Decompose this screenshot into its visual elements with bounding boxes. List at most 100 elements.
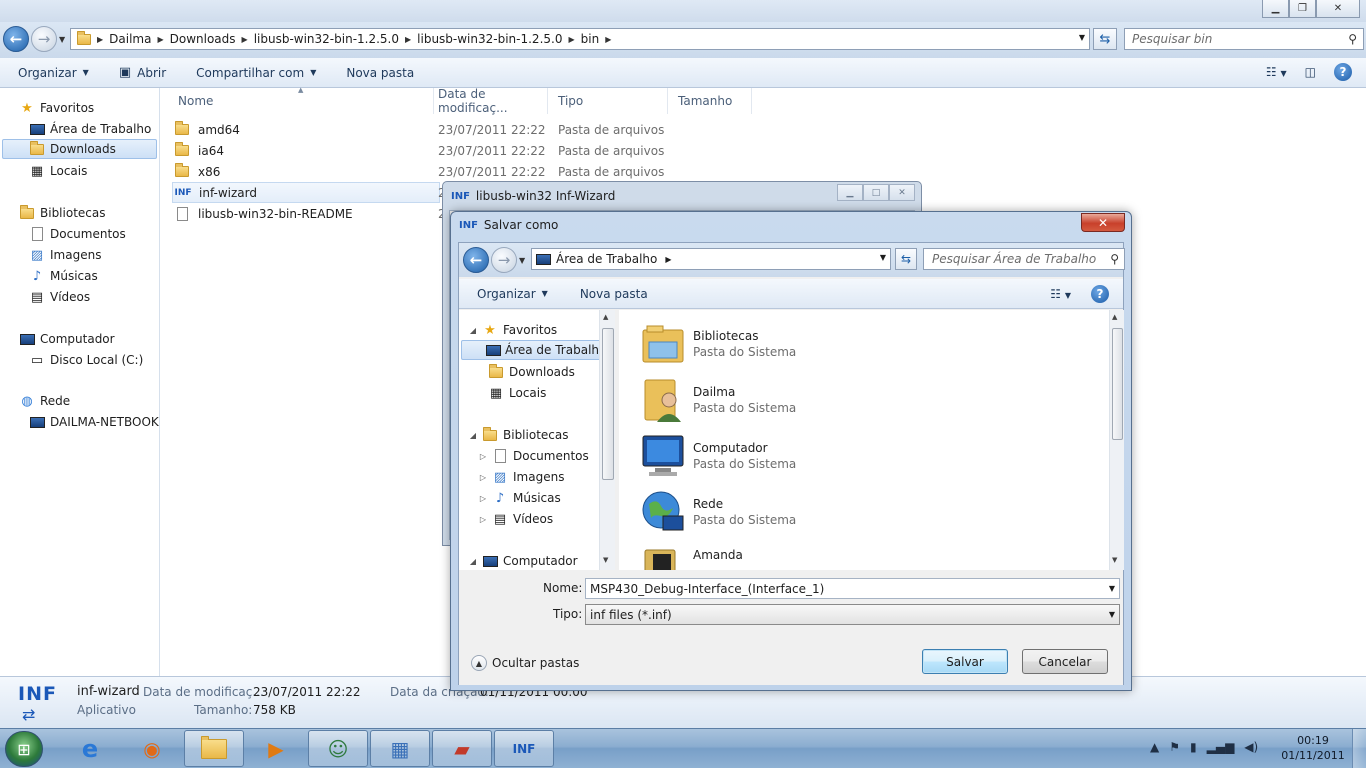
dialog-close-button[interactable]: ✕ bbox=[1081, 213, 1125, 232]
new-folder-button[interactable]: Nova pasta bbox=[328, 58, 426, 88]
nav-downloads[interactable]: Downloads bbox=[2, 139, 157, 159]
chevron-down-icon[interactable]: ▼ bbox=[1109, 610, 1115, 619]
forward-button[interactable]: → bbox=[31, 26, 57, 52]
back-button[interactable]: ← bbox=[3, 26, 29, 52]
nav-favorites[interactable]: ★ Favoritos bbox=[18, 98, 94, 118]
save-button[interactable]: Salvar bbox=[922, 649, 1008, 674]
nav-music[interactable]: ♪ Músicas bbox=[28, 266, 98, 286]
back-button[interactable]: ← bbox=[463, 247, 489, 273]
tray-expand-icon[interactable]: ▲ bbox=[1150, 740, 1159, 754]
wizard-close-button[interactable]: ✕ bbox=[889, 184, 915, 201]
table-row[interactable]: ia64 bbox=[172, 140, 440, 161]
nav-local-disk[interactable]: ▭ Disco Local (C:) bbox=[28, 350, 143, 370]
nav-downloads[interactable]: Downloads bbox=[487, 362, 575, 382]
chevron-right-icon[interactable]: ▶ bbox=[242, 35, 248, 44]
column-type[interactable]: Tipo bbox=[548, 88, 668, 114]
chevron-right-icon[interactable]: ▶ bbox=[605, 35, 611, 44]
scroll-down-icon[interactable]: ▼ bbox=[1112, 556, 1117, 564]
column-date[interactable]: Data de modificaç... bbox=[428, 87, 548, 115]
search-input[interactable]: Pesquisar bin ⚲ bbox=[1124, 28, 1364, 50]
collapse-icon[interactable]: ▷ bbox=[477, 515, 489, 524]
chevron-right-icon[interactable]: ▶ bbox=[665, 255, 671, 264]
nav-documents[interactable]: Documentos bbox=[28, 224, 126, 244]
nav-desktop[interactable]: Área de Trabalho bbox=[461, 340, 606, 360]
view-options-button[interactable]: ☷ ▼ bbox=[1050, 287, 1071, 301]
address-bar[interactable]: ▶ Dailma ▶ Downloads ▶ libusb-win32-bin-… bbox=[70, 28, 1090, 50]
close-button[interactable]: ✕ bbox=[1316, 0, 1360, 18]
scroll-down-icon[interactable]: ▼ bbox=[603, 556, 608, 564]
chevron-down-icon[interactable]: ▼ bbox=[1109, 584, 1115, 593]
list-item[interactable]: Amanda bbox=[639, 540, 743, 570]
address-dropdown-icon[interactable]: ▼ bbox=[880, 253, 886, 262]
help-icon[interactable]: ? bbox=[1334, 63, 1352, 81]
list-item[interactable]: Rede Pasta do Sistema bbox=[639, 486, 796, 538]
filetype-select[interactable]: inf files (*.inf) ▼ bbox=[585, 604, 1120, 625]
collapse-icon[interactable]: ▷ bbox=[477, 473, 489, 482]
column-name[interactable]: Nome ▲ bbox=[168, 86, 434, 114]
share-button[interactable]: Compartilhar com ▼ bbox=[178, 58, 328, 88]
taskbar-control-panel[interactable]: ▦ bbox=[370, 730, 430, 767]
file-area-scrollbar[interactable]: ▲ ▼ bbox=[1109, 310, 1124, 570]
taskbar-toolbox-app[interactable]: ▰ bbox=[432, 730, 492, 767]
collapse-icon[interactable]: ▷ bbox=[477, 494, 489, 503]
clock[interactable]: 00:19 01/11/2011 bbox=[1278, 733, 1348, 763]
breadcrumb-downloads[interactable]: Downloads bbox=[170, 32, 236, 46]
nav-images[interactable]: ▷ ▨ Imagens bbox=[477, 467, 565, 487]
chevron-right-icon[interactable]: ▶ bbox=[405, 35, 411, 44]
organize-button[interactable]: Organizar ▼ bbox=[459, 279, 562, 309]
volume-icon[interactable]: ◀) bbox=[1244, 740, 1258, 754]
hide-folders-button[interactable]: ▲ Ocultar pastas bbox=[471, 655, 579, 671]
dialog-search-input[interactable]: Pesquisar Área de Trabalho ⚲ bbox=[923, 248, 1125, 270]
table-row[interactable]: libusb-win32-bin-README bbox=[172, 203, 440, 224]
scroll-up-icon[interactable]: ▲ bbox=[603, 313, 608, 321]
table-row[interactable]: INF inf-wizard bbox=[172, 182, 440, 203]
chevron-right-icon[interactable]: ▶ bbox=[97, 35, 103, 44]
show-desktop-button[interactable] bbox=[1352, 729, 1366, 768]
nav-computer[interactable]: ◢ Computador bbox=[467, 551, 578, 570]
nav-computer[interactable]: Computador bbox=[18, 329, 115, 349]
minimize-button[interactable]: ▁ bbox=[1262, 0, 1289, 18]
list-item[interactable]: Bibliotecas Pasta do Sistema bbox=[639, 318, 796, 370]
nav-libraries[interactable]: ◢ Bibliotecas bbox=[467, 425, 568, 445]
search-icon[interactable]: ⚲ bbox=[1110, 252, 1119, 266]
taskbar-users-app[interactable]: ☺ bbox=[308, 730, 368, 767]
refresh-button[interactable]: ⇆ bbox=[1093, 28, 1117, 50]
nav-places[interactable]: ▦ Locais bbox=[487, 383, 547, 403]
expand-icon[interactable]: ◢ bbox=[467, 431, 479, 440]
forward-button[interactable]: → bbox=[491, 247, 517, 273]
wizard-minimize-button[interactable]: ▁ bbox=[837, 184, 863, 201]
nav-places[interactable]: ▦ Locais bbox=[28, 161, 88, 181]
breadcrumb-libusb-1[interactable]: libusb-win32-bin-1.2.5.0 bbox=[254, 32, 399, 46]
scroll-thumb[interactable] bbox=[1112, 328, 1123, 440]
explorer-titlebar[interactable]: ▁ ❐ ✕ bbox=[0, 0, 1366, 22]
open-button[interactable]: ▣ Abrir bbox=[101, 58, 178, 88]
view-options-button[interactable]: ☷ ▼ bbox=[1266, 65, 1287, 79]
collapse-icon[interactable]: ▷ bbox=[477, 452, 489, 461]
refresh-button[interactable]: ⇆ bbox=[895, 248, 917, 270]
dialog-titlebar[interactable]: INF Salvar como bbox=[459, 218, 558, 232]
action-center-flag-icon[interactable]: ⚑ bbox=[1169, 740, 1180, 754]
breadcrumb-libusb-2[interactable]: libusb-win32-bin-1.2.5.0 bbox=[417, 32, 562, 46]
table-row[interactable]: amd64 bbox=[172, 119, 440, 140]
breadcrumb-desktop[interactable]: Área de Trabalho bbox=[556, 252, 657, 266]
taskbar-explorer[interactable] bbox=[184, 730, 244, 767]
nav-desktop[interactable]: Área de Trabalho bbox=[28, 119, 151, 139]
maximize-button[interactable]: ❐ bbox=[1289, 0, 1316, 18]
search-icon[interactable]: ⚲ bbox=[1348, 32, 1357, 46]
nav-music[interactable]: ▷ ♪ Músicas bbox=[477, 488, 561, 508]
column-size[interactable]: Tamanho bbox=[668, 88, 752, 114]
nav-favorites[interactable]: ◢ ★ Favoritos bbox=[467, 320, 557, 340]
wizard-maximize-button[interactable]: □ bbox=[863, 184, 889, 201]
nav-documents[interactable]: ▷ Documentos bbox=[477, 446, 589, 466]
nav-scrollbar[interactable]: ▲ ▼ bbox=[599, 310, 615, 570]
taskbar-media-player[interactable]: ▶ bbox=[246, 730, 306, 767]
breadcrumb-dailma[interactable]: Dailma bbox=[109, 32, 151, 46]
breadcrumb-bin[interactable]: bin bbox=[581, 32, 600, 46]
nav-images[interactable]: ▨ Imagens bbox=[28, 245, 102, 265]
battery-icon[interactable]: ▮ bbox=[1190, 740, 1197, 754]
history-dropdown[interactable]: ▼ bbox=[519, 256, 525, 265]
preview-pane-button[interactable]: ◫ bbox=[1305, 65, 1316, 79]
nav-netbook[interactable]: DAILMA-NETBOOK bbox=[28, 412, 159, 432]
nav-videos[interactable]: ▷ ▤ Vídeos bbox=[477, 509, 553, 529]
taskbar-firefox[interactable]: ◉ bbox=[122, 730, 182, 767]
